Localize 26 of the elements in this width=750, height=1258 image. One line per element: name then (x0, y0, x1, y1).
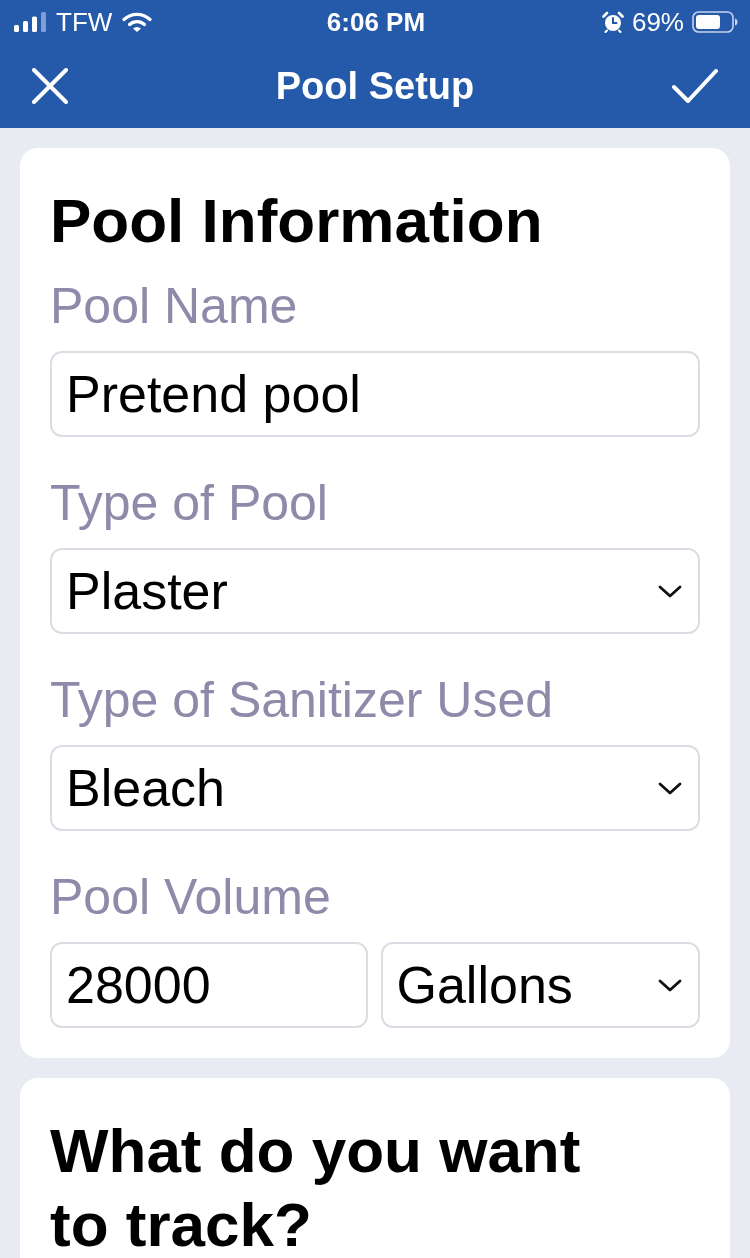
chevron-down-icon (658, 584, 682, 598)
wifi-icon (122, 11, 153, 33)
check-icon (672, 69, 718, 103)
carrier-name: TFW (56, 7, 113, 37)
text-field[interactable]: Pretend pool (50, 351, 700, 437)
field-label: Pool Volume (50, 868, 332, 927)
signal-icon (14, 12, 46, 32)
field-label: Type of Sanitizer Used (50, 671, 555, 730)
confirm-button[interactable] (672, 69, 718, 103)
alarm-clock-icon (601, 11, 624, 33)
text-field[interactable]: 28000 (50, 942, 368, 1028)
dropdown[interactable]: Bleach (50, 745, 700, 831)
close-icon (32, 68, 68, 104)
status-time: 6:06 PM (326, 7, 426, 37)
battery-percentage: 69% (631, 7, 684, 37)
dropdown[interactable]: Gallons (380, 942, 700, 1028)
chevron-down-icon (658, 978, 682, 992)
close-button[interactable] (32, 68, 68, 104)
field-label: Pool Name (50, 277, 299, 336)
battery-icon (692, 11, 738, 33)
section-title: Pool Information (50, 185, 544, 257)
section-title: What do you want to track? (50, 1115, 582, 1258)
field-label: Type of Pool (50, 474, 329, 533)
screen-title: Pool Setup (275, 64, 475, 109)
chevron-down-icon (658, 781, 682, 795)
dropdown[interactable]: Plaster (50, 548, 700, 634)
